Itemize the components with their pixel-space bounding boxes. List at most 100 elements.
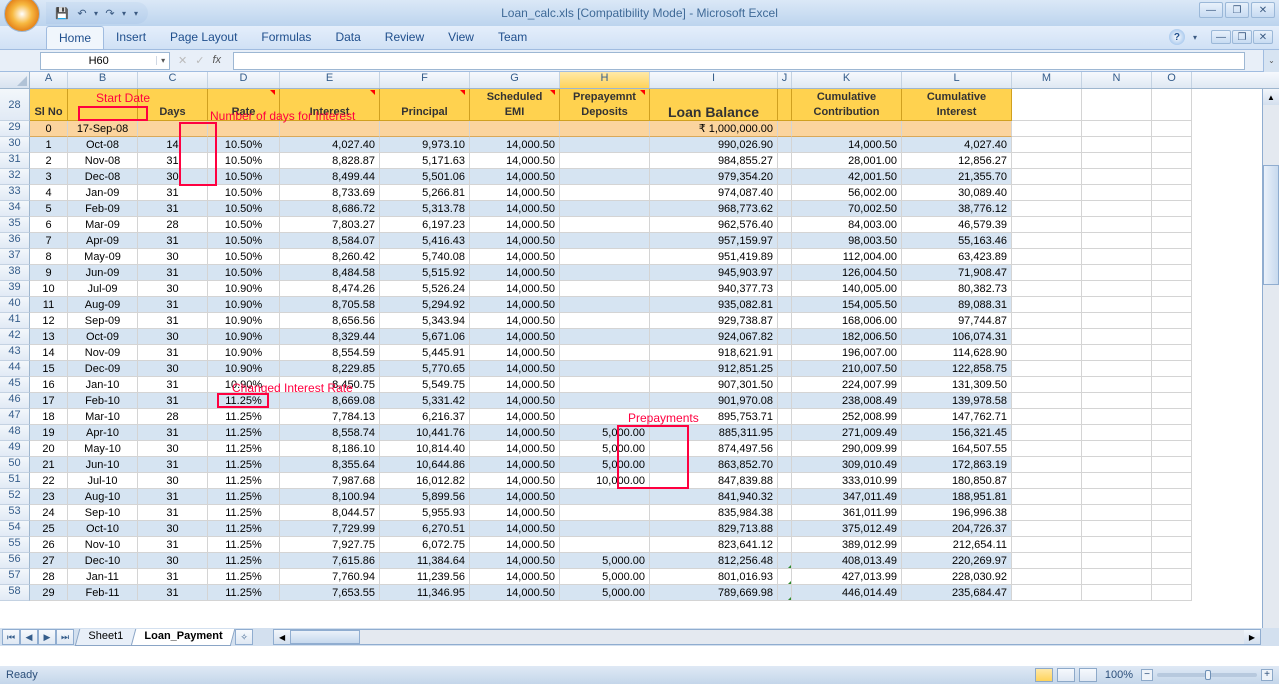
cell[interactable]: 7,927.75	[280, 537, 380, 553]
cell[interactable]	[778, 393, 792, 409]
column-header-B[interactable]: B	[68, 72, 138, 88]
cell[interactable]: 9,973.10	[380, 137, 470, 153]
cell[interactable]: 31	[138, 457, 208, 473]
cell[interactable]	[1152, 489, 1192, 505]
row-header-41[interactable]: 41	[0, 313, 30, 329]
cell[interactable]: 28	[30, 569, 68, 585]
cell[interactable]: May-09	[68, 249, 138, 265]
cell[interactable]	[1082, 233, 1152, 249]
cell[interactable]	[1152, 505, 1192, 521]
tab-prev-button[interactable]: ◀	[20, 629, 38, 645]
cell[interactable]	[778, 233, 792, 249]
cell[interactable]	[1012, 457, 1082, 473]
cell[interactable]	[560, 489, 650, 505]
cell[interactable]	[560, 121, 650, 137]
hscroll-thumb[interactable]	[290, 630, 360, 644]
cell[interactable]: 5,416.43	[380, 233, 470, 249]
cell[interactable]: 5,671.06	[380, 329, 470, 345]
cell[interactable]: Feb-10	[68, 393, 138, 409]
tab-last-button[interactable]: ⏭	[56, 629, 74, 645]
cell[interactable]	[1152, 473, 1192, 489]
cell[interactable]: 14,000.50	[470, 345, 560, 361]
cell[interactable]	[1152, 265, 1192, 281]
cell[interactable]: 204,726.37	[902, 521, 1012, 537]
cell[interactable]	[778, 409, 792, 425]
cell[interactable]: 31	[138, 185, 208, 201]
row-header-50[interactable]: 50	[0, 457, 30, 473]
cell[interactable]	[1012, 585, 1082, 601]
cell[interactable]: 31	[138, 313, 208, 329]
cell[interactable]	[1012, 201, 1082, 217]
cell[interactable]	[778, 441, 792, 457]
cell[interactable]: 801,016.93	[650, 569, 778, 585]
cell[interactable]: 30	[138, 553, 208, 569]
cell[interactable]: 835,984.38	[650, 505, 778, 521]
cell[interactable]: 984,855.27	[650, 153, 778, 169]
cell[interactable]: 10.50%	[208, 185, 280, 201]
tab-first-button[interactable]: ⏮	[2, 629, 20, 645]
cell[interactable]: 14,000.50	[470, 361, 560, 377]
cell[interactable]: 14,000.50	[470, 521, 560, 537]
cell[interactable]: 8,260.42	[280, 249, 380, 265]
cell[interactable]	[778, 217, 792, 233]
row-header-31[interactable]: 31	[0, 153, 30, 169]
cell[interactable]: 5,549.75	[380, 377, 470, 393]
cell[interactable]	[380, 121, 470, 137]
cell[interactable]	[560, 201, 650, 217]
undo-icon[interactable]: ↶	[74, 5, 90, 21]
cell[interactable]: 5,000.00	[560, 569, 650, 585]
cell[interactable]: 220,269.97	[902, 553, 1012, 569]
cell[interactable]	[1012, 153, 1082, 169]
cell[interactable]: 446,014.49	[792, 585, 902, 601]
cell[interactable]	[1152, 137, 1192, 153]
cell[interactable]	[1012, 569, 1082, 585]
cell[interactable]: 290,009.99	[792, 441, 902, 457]
column-header-C[interactable]: C	[138, 72, 208, 88]
cell[interactable]: 924,067.82	[650, 329, 778, 345]
row-header-29[interactable]: 29	[0, 121, 30, 137]
cell[interactable]: 11.25%	[208, 457, 280, 473]
cell[interactable]: 8,686.72	[280, 201, 380, 217]
cell[interactable]: 11.25%	[208, 409, 280, 425]
cell[interactable]: 30	[138, 441, 208, 457]
cell[interactable]: 17-Sep-08	[68, 121, 138, 137]
cell[interactable]: 7,615.86	[280, 553, 380, 569]
cell[interactable]	[560, 377, 650, 393]
cell[interactable]: 5,313.78	[380, 201, 470, 217]
cell[interactable]: 375,012.49	[792, 521, 902, 537]
cell[interactable]	[560, 393, 650, 409]
cell[interactable]: 309,010.49	[792, 457, 902, 473]
cell[interactable]: 156,321.45	[902, 425, 1012, 441]
cell[interactable]	[1152, 281, 1192, 297]
row-header-40[interactable]: 40	[0, 297, 30, 313]
cell[interactable]: 38,776.12	[902, 201, 1012, 217]
cell[interactable]: 11.25%	[208, 489, 280, 505]
cell[interactable]: 10.50%	[208, 137, 280, 153]
cell[interactable]	[1012, 265, 1082, 281]
cell[interactable]: 5,000.00	[560, 425, 650, 441]
cell[interactable]: 14,000.50	[470, 409, 560, 425]
ribbon-tab-insert[interactable]: Insert	[104, 26, 158, 49]
cell[interactable]	[280, 121, 380, 137]
cell[interactable]: 14	[30, 345, 68, 361]
cell[interactable]	[1082, 441, 1152, 457]
cell[interactable]	[560, 137, 650, 153]
cell[interactable]	[1082, 553, 1152, 569]
cell[interactable]: 139,978.58	[902, 393, 1012, 409]
cell[interactable]	[778, 505, 792, 521]
cell[interactable]: 10.90%	[208, 329, 280, 345]
cell[interactable]: Apr-09	[68, 233, 138, 249]
cell[interactable]: 333,010.99	[792, 473, 902, 489]
cell[interactable]: 4,027.40	[280, 137, 380, 153]
cell[interactable]: 5,000.00	[560, 553, 650, 569]
column-header-E[interactable]: E	[280, 72, 380, 88]
ribbon-tab-home[interactable]: Home	[46, 26, 104, 49]
cell[interactable]: 112,004.00	[792, 249, 902, 265]
cell[interactable]	[1082, 585, 1152, 601]
cell[interactable]: Feb-09	[68, 201, 138, 217]
cell[interactable]: 31	[138, 569, 208, 585]
cell[interactable]: 84,003.00	[792, 217, 902, 233]
cell[interactable]: 10.50%	[208, 201, 280, 217]
scroll-right-button[interactable]: ▶	[1244, 630, 1260, 644]
cell[interactable]: 8,100.94	[280, 489, 380, 505]
